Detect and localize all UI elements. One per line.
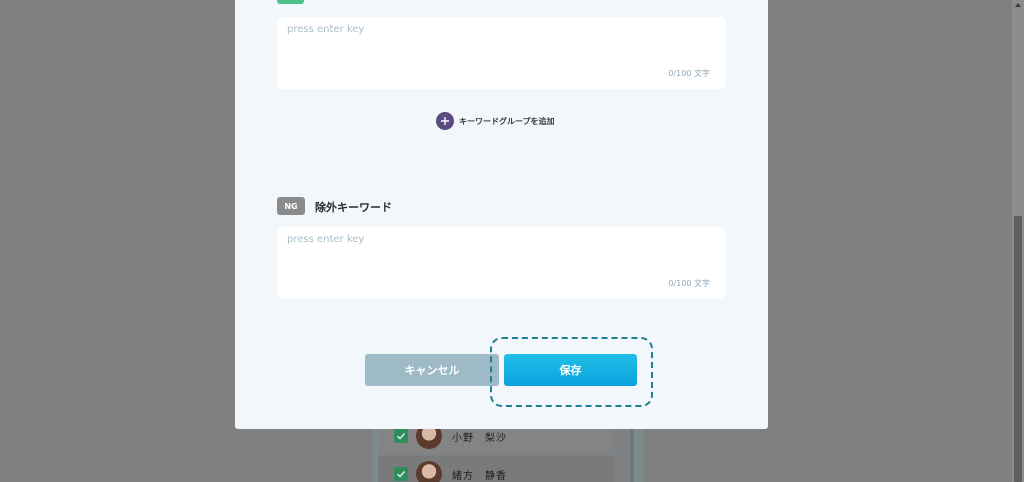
list-item: 緒方 静香 — [378, 456, 614, 482]
exclude-keyword-char-counter: 0/100 文字 — [668, 279, 710, 288]
checkbox-checked-icon — [394, 467, 408, 481]
save-button[interactable]: 保存 — [504, 354, 637, 386]
exclude-keyword-input[interactable] — [277, 227, 726, 299]
member-name: 緒方 静香 — [452, 470, 507, 482]
plus-icon[interactable] — [436, 112, 454, 130]
keyword-group-tag — [277, 0, 304, 4]
checkbox-checked-icon — [394, 429, 408, 443]
keyword-char-counter: 0/100 文字 — [668, 69, 710, 78]
keyword-input-box[interactable]: 0/100 文字 — [277, 17, 726, 89]
scrollbar-thumb[interactable] — [1014, 216, 1022, 482]
keyword-input[interactable] — [277, 17, 726, 89]
ng-badge: NG — [277, 197, 305, 215]
add-keyword-group-button[interactable]: キーワードグループを追加 — [436, 112, 555, 130]
avatar — [416, 461, 442, 482]
scroll-up-arrow-icon[interactable] — [1015, 3, 1021, 7]
exclude-keyword-input-box[interactable]: 0/100 文字 — [277, 227, 726, 299]
member-name: 小野 梨沙 — [452, 432, 507, 444]
add-keyword-group-label[interactable]: キーワードグループを追加 — [459, 116, 555, 127]
cancel-button[interactable]: キャンセル — [365, 354, 499, 386]
keyword-settings-modal: 0/100 文字 キーワードグループを追加 NG 除外キーワード 0/100 文… — [235, 0, 768, 429]
exclude-keywords-title: 除外キーワード — [315, 201, 392, 214]
page-scrollbar[interactable] — [1012, 0, 1024, 482]
